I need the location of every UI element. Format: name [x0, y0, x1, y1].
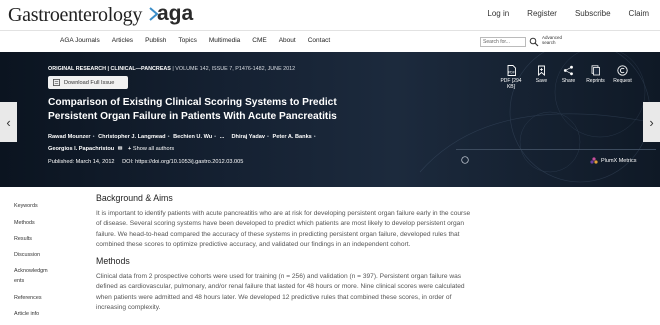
- search-input[interactable]: Search for...: [480, 37, 526, 47]
- author-name[interactable]: Rawad Mounzer: [48, 134, 91, 140]
- sidebar-item-acknowledgments-cont[interactable]: ents: [14, 278, 24, 285]
- doi-link[interactable]: DOI: https://doi.org/10.1053/j.gastro.20…: [122, 159, 243, 165]
- author-name[interactable]: Christopher J. Langmead: [98, 134, 165, 140]
- claim-link[interactable]: Claim: [629, 9, 649, 18]
- article-title: Comparison of Existing Clinical Scoring …: [48, 97, 337, 122]
- sidebar-item-discussion[interactable]: Discussion: [14, 252, 40, 259]
- svg-text:PDF: PDF: [508, 71, 514, 75]
- author-list: Rawad Mounzer • Christopher J. Langmead • …: [48, 134, 316, 152]
- nav-topics[interactable]: Topics: [178, 37, 196, 44]
- article-tools: PDF PDF [294 KB] Save Share Reprints Req…: [496, 65, 638, 90]
- nav-cme[interactable]: CME: [252, 37, 266, 44]
- download-full-issue-button[interactable]: Download Full Issue: [48, 76, 128, 89]
- request-button[interactable]: Request: [611, 65, 634, 90]
- download-icon: [53, 79, 60, 86]
- hero-divider: [456, 149, 656, 150]
- account-links: Log in Register Subscribe Claim: [469, 9, 649, 18]
- sidebar-item-article-info[interactable]: Article info: [14, 311, 39, 318]
- publication-info: Published: March 14, 2012 DOI: https://d…: [48, 159, 243, 165]
- plumx-label: PlumX Metrics: [601, 158, 637, 164]
- nav-contact[interactable]: Contact: [308, 37, 330, 44]
- previous-article-arrow[interactable]: ‹: [0, 102, 17, 142]
- author-name[interactable]: Bechien U. Wu: [173, 134, 212, 140]
- tool-label: Share: [561, 78, 576, 84]
- author-ellipsis: ...: [219, 134, 225, 140]
- sidebar-item-methods[interactable]: Methods: [14, 220, 35, 227]
- methods-heading: Methods: [96, 256, 130, 267]
- article-volume: | VOLUME 142, ISSUE 7, P1476-1482, JUNE …: [172, 66, 296, 72]
- download-label: Download Full Issue: [64, 79, 115, 86]
- author-name[interactable]: Peter A. Banks: [273, 134, 312, 140]
- subscribe-link[interactable]: Subscribe: [575, 9, 611, 18]
- methods-text: Clinical data from 2 prospective cohorts…: [96, 273, 465, 312]
- register-link[interactable]: Register: [527, 9, 557, 18]
- article-type: ORIGINAL RESEARCH | CLINICAL—PANCREAS: [48, 66, 171, 72]
- plumx-metrics-link[interactable]: PlumX Metrics: [590, 157, 636, 165]
- tool-label: Request: [613, 78, 632, 84]
- advanced-search-link[interactable]: Advanced search: [542, 35, 572, 45]
- sidebar-item-references[interactable]: References: [14, 295, 42, 302]
- save-icon: [538, 65, 545, 76]
- article-body: Background & Aims It is important to ide…: [96, 193, 476, 313]
- nav-articles[interactable]: Articles: [112, 37, 133, 44]
- login-link[interactable]: Log in: [487, 9, 509, 18]
- tool-label: Reprints: [586, 78, 605, 84]
- badge-icon: [461, 156, 469, 164]
- save-button[interactable]: Save: [530, 65, 553, 90]
- reprints-icon: [591, 65, 600, 76]
- background-aims-text: It is important to identify patients wit…: [96, 210, 471, 248]
- pdf-download-button[interactable]: PDF PDF [294 KB]: [496, 65, 526, 90]
- email-icon[interactable]: ✉: [118, 146, 123, 152]
- tool-label: PDF [294 KB]: [500, 78, 522, 90]
- reprints-button[interactable]: Reprints: [584, 65, 607, 90]
- tool-label: Save: [535, 78, 548, 84]
- sidebar-item-results[interactable]: Results: [14, 236, 32, 243]
- background-aims-heading: Background & Aims: [96, 193, 173, 203]
- nav-aga-journals[interactable]: AGA Journals: [60, 37, 100, 44]
- journal-logo[interactable]: Gastroenterology: [8, 4, 142, 27]
- search-icon[interactable]: [529, 37, 539, 47]
- nav-multimedia[interactable]: Multimedia: [209, 37, 240, 44]
- sidebar-item-keywords[interactable]: Keywords: [14, 203, 38, 210]
- sidebar-item-acknowledgments[interactable]: Acknowledgm: [14, 268, 48, 275]
- copyright-icon: [617, 65, 628, 76]
- author-name[interactable]: Dhiraj Yadav: [232, 134, 265, 140]
- share-icon: [563, 65, 573, 76]
- show-all-authors-link[interactable]: Show all authors: [133, 146, 174, 152]
- top-bar: Gastroenterology aga Log in Register Sub…: [0, 0, 660, 30]
- plumx-icon: [590, 157, 598, 164]
- aga-logo-text[interactable]: aga: [157, 2, 193, 26]
- nav-about[interactable]: About: [279, 37, 296, 44]
- nav-publish[interactable]: Publish: [145, 37, 166, 44]
- expand-icon: +: [128, 146, 132, 152]
- next-article-arrow[interactable]: ›: [643, 102, 660, 142]
- article-meta: ORIGINAL RESEARCH | CLINICAL—PANCREAS | …: [48, 66, 295, 72]
- share-button[interactable]: Share: [557, 65, 580, 90]
- main-nav-bar: AGA Journals Articles Publish Topics Mul…: [0, 30, 660, 52]
- main-nav: AGA Journals Articles Publish Topics Mul…: [60, 37, 342, 44]
- pdf-icon: PDF: [507, 65, 516, 76]
- author-name[interactable]: Georgios I. Papachristou: [48, 146, 114, 152]
- published-date: Published: March 14, 2012: [48, 159, 115, 165]
